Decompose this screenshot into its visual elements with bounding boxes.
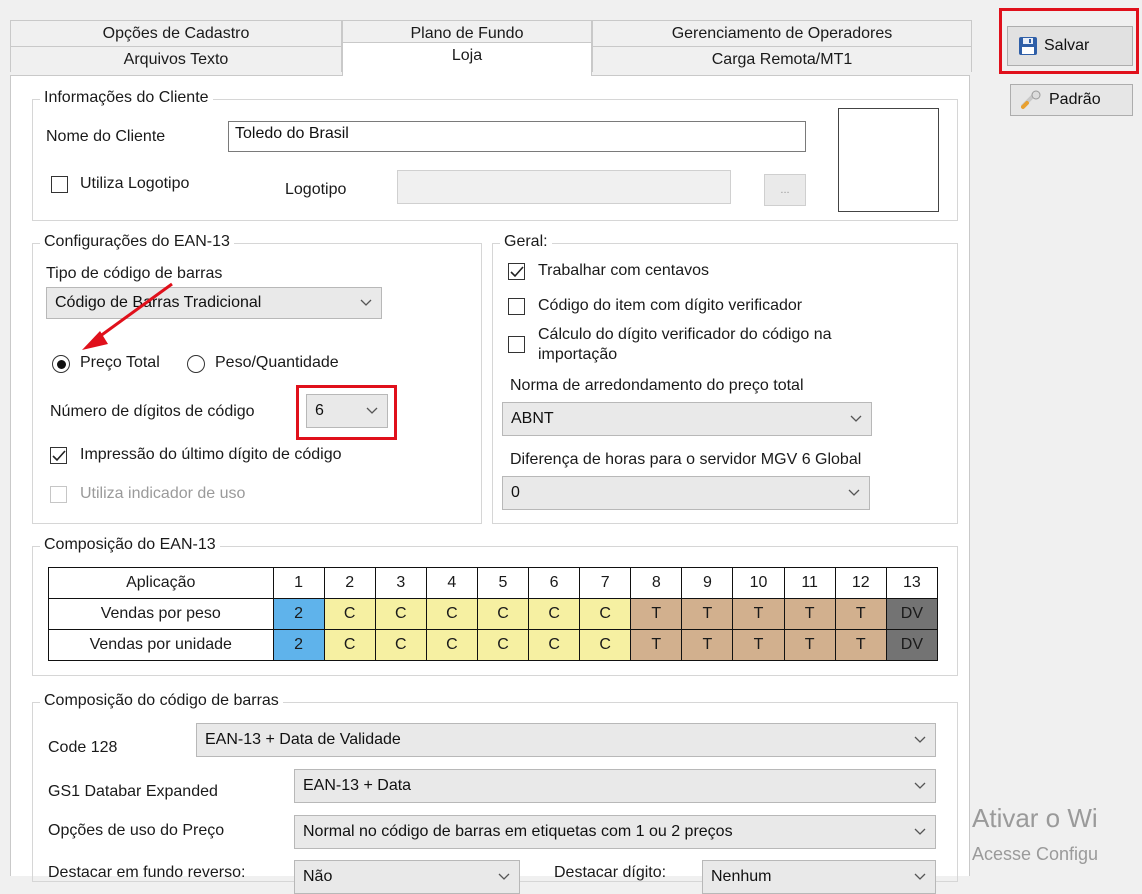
ean-composition-table: Aplicação 1 2 3 4 5 6 7 8 9 10 11 12 13 Vendas por pes… — [48, 567, 939, 661]
chevron-down-icon — [905, 736, 935, 744]
barcode-composition-legend: Composição do código de barras — [40, 692, 283, 710]
table-cell: T — [783, 598, 836, 630]
table-cell: Vendas por unidade — [48, 629, 274, 661]
chevron-down-icon — [489, 873, 519, 881]
table-row: Vendas por peso 2 C C C C C C T T T T T DV — [48, 598, 939, 630]
table-cell: Vendas por peso — [48, 598, 274, 630]
table-cell: C — [374, 629, 427, 661]
highlight-reverse-label: Destacar em fundo reverso: — [48, 864, 246, 881]
table-header-cell: 6 — [528, 567, 581, 599]
hours-diff-value: 0 — [511, 484, 520, 501]
calc-check-digit-checkbox[interactable] — [508, 336, 525, 353]
highlight-digit-label: Destacar dígito: — [554, 864, 667, 881]
table-header-cell: 10 — [732, 567, 785, 599]
table-cell: C — [579, 629, 632, 661]
gs1-select[interactable]: EAN-13 + Data — [294, 769, 936, 803]
rounding-label: Norma de arredondamento do preço total — [510, 377, 804, 394]
table-cell: C — [476, 598, 530, 630]
table-cell: T — [834, 629, 887, 661]
highlight-reverse-select[interactable]: Não — [294, 860, 520, 894]
table-cell: 2 — [272, 629, 325, 661]
hours-diff-select[interactable]: 0 — [502, 476, 870, 510]
activation-watermark-subtitle: Acesse Configu — [972, 844, 1099, 864]
table-header-cell: 11 — [783, 567, 836, 599]
table-header-cell: 1 — [272, 567, 325, 599]
table-header-cell: 7 — [579, 567, 632, 599]
general-legend: Geral: — [500, 233, 552, 251]
table-cell: C — [579, 598, 632, 630]
table-header-row: Aplicação 1 2 3 4 5 6 7 8 9 10 11 12 13 — [48, 567, 939, 599]
check-digit-checkbox[interactable] — [508, 298, 525, 315]
check-digit-label: Código do item com dígito verificador — [538, 297, 803, 314]
table-cell: DV — [885, 598, 939, 630]
chevron-down-icon — [839, 489, 869, 497]
calc-check-digit-label-line1: Cálculo do dígito verificador do código … — [538, 326, 832, 343]
table-cell: 2 — [272, 598, 325, 630]
price-options-select[interactable]: Normal no código de barras em etiquetas … — [294, 815, 936, 849]
chevron-down-icon — [905, 828, 935, 836]
chevron-down-icon — [841, 415, 871, 423]
hours-diff-label: Diferença de horas para o servidor MGV 6… — [510, 451, 862, 468]
calc-check-digit-label-line2: importação — [538, 346, 618, 363]
code128-select[interactable]: EAN-13 + Data de Validade — [196, 723, 936, 757]
table-header-cell: 5 — [476, 567, 530, 599]
gs1-value: EAN-13 + Data — [303, 777, 412, 794]
gs1-label: GS1 Databar Expanded — [48, 783, 218, 800]
table-cell: C — [528, 629, 581, 661]
chevron-down-icon — [905, 873, 935, 881]
highlight-digit-select[interactable]: Nenhum — [702, 860, 936, 894]
highlight-reverse-value: Não — [303, 868, 333, 885]
price-options-value: Normal no código de barras em etiquetas … — [303, 823, 733, 840]
table-cell: T — [732, 598, 785, 630]
table-cell: T — [630, 629, 683, 661]
table-cell: C — [425, 629, 478, 661]
checkmark-icon — [509, 265, 524, 277]
table-cell: T — [834, 598, 887, 630]
table-header-cell: 3 — [374, 567, 427, 599]
rounding-value: ABNT — [511, 410, 554, 427]
table-row: Vendas por unidade 2 C C C C C C T T T T T DV — [48, 629, 939, 661]
table-cell: C — [425, 598, 478, 630]
cents-label: Trabalhar com centavos — [538, 262, 710, 279]
activation-watermark-title: Ativar o Wi — [972, 803, 1098, 833]
table-header-cell: 9 — [681, 567, 734, 599]
cents-checkbox[interactable] — [508, 263, 525, 280]
table-cell: C — [323, 629, 376, 661]
code128-value: EAN-13 + Data de Validade — [205, 731, 401, 748]
table-cell: T — [681, 629, 734, 661]
table-cell: C — [374, 598, 427, 630]
rounding-select[interactable]: ABNT — [502, 402, 872, 436]
code128-label: Code 128 — [48, 739, 118, 756]
highlight-digit-value: Nenhum — [711, 868, 772, 885]
price-options-label: Opções de uso do Preço — [48, 822, 225, 839]
table-cell: T — [630, 598, 683, 630]
table-header-cell: 13 — [885, 567, 939, 599]
table-header-cell: 8 — [630, 567, 683, 599]
table-cell: T — [732, 629, 785, 661]
table-header-cell: 12 — [834, 567, 887, 599]
table-cell: C — [476, 629, 530, 661]
table-cell: DV — [885, 629, 939, 661]
table-header-cell: 2 — [323, 567, 376, 599]
chevron-down-icon — [905, 782, 935, 790]
table-header-cell: 4 — [425, 567, 478, 599]
table-header-cell: Aplicação — [48, 567, 274, 599]
table-cell: T — [681, 598, 734, 630]
table-cell: T — [783, 629, 836, 661]
table-cell: C — [528, 598, 581, 630]
ean-composition-legend: Composição do EAN-13 — [40, 536, 220, 554]
table-cell: C — [323, 598, 376, 630]
